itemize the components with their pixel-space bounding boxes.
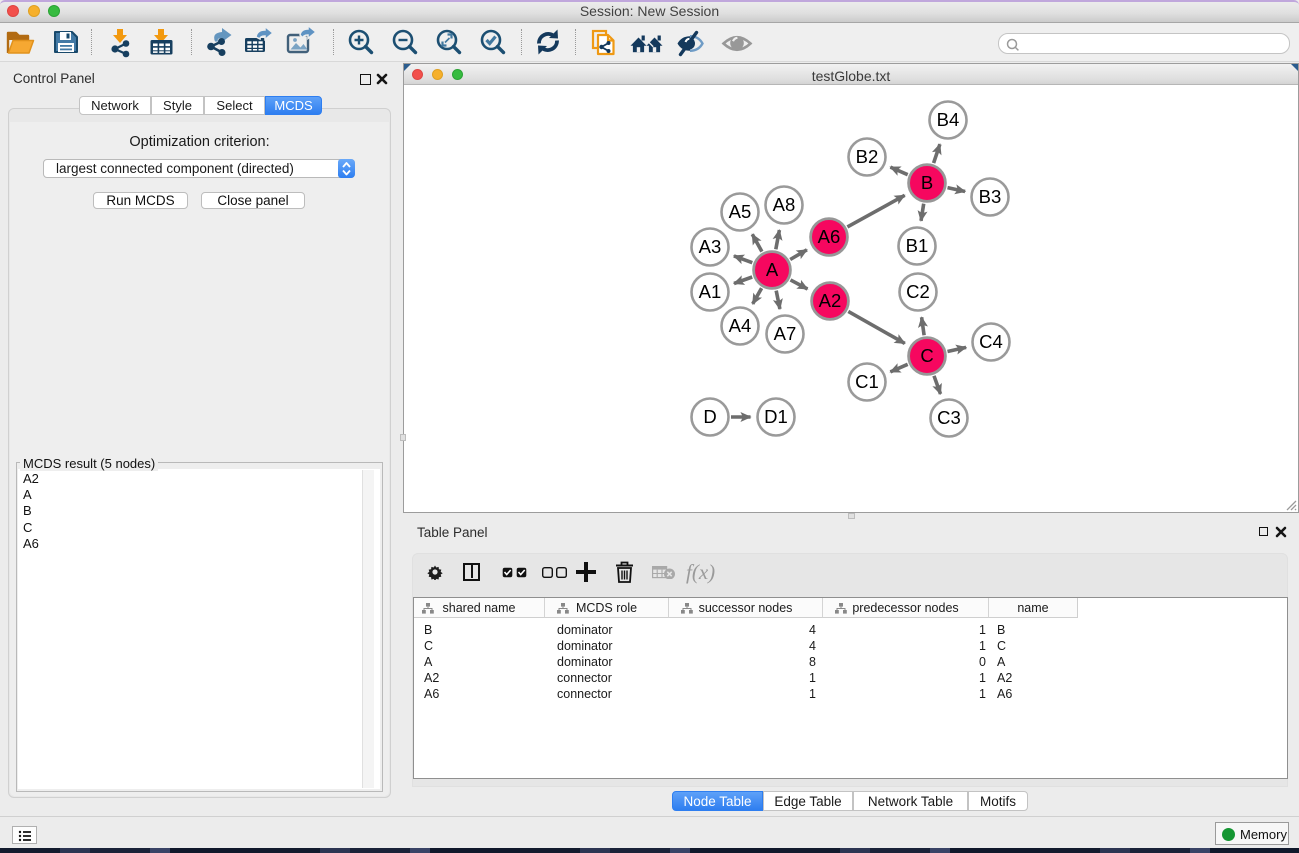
svg-text:A1: A1: [699, 281, 722, 302]
svg-text:A7: A7: [774, 323, 797, 344]
svg-text:A8: A8: [773, 194, 796, 215]
svg-text:C1: C1: [855, 371, 879, 392]
svg-text:A4: A4: [729, 315, 752, 336]
svg-text:B1: B1: [906, 235, 929, 256]
svg-text:D: D: [703, 406, 716, 427]
svg-text:B: B: [921, 172, 933, 193]
svg-text:A2: A2: [819, 290, 842, 311]
svg-text:A5: A5: [729, 201, 752, 222]
svg-text:C3: C3: [937, 407, 961, 428]
svg-text:C2: C2: [906, 281, 930, 302]
svg-text:B4: B4: [937, 109, 960, 130]
svg-text:D1: D1: [764, 406, 788, 427]
svg-text:A: A: [766, 259, 779, 280]
svg-text:A6: A6: [818, 226, 841, 247]
svg-text:A3: A3: [699, 236, 722, 257]
svg-text:C4: C4: [979, 331, 1003, 352]
svg-text:B3: B3: [979, 186, 1002, 207]
svg-text:C: C: [920, 345, 933, 366]
svg-text:B2: B2: [856, 146, 879, 167]
